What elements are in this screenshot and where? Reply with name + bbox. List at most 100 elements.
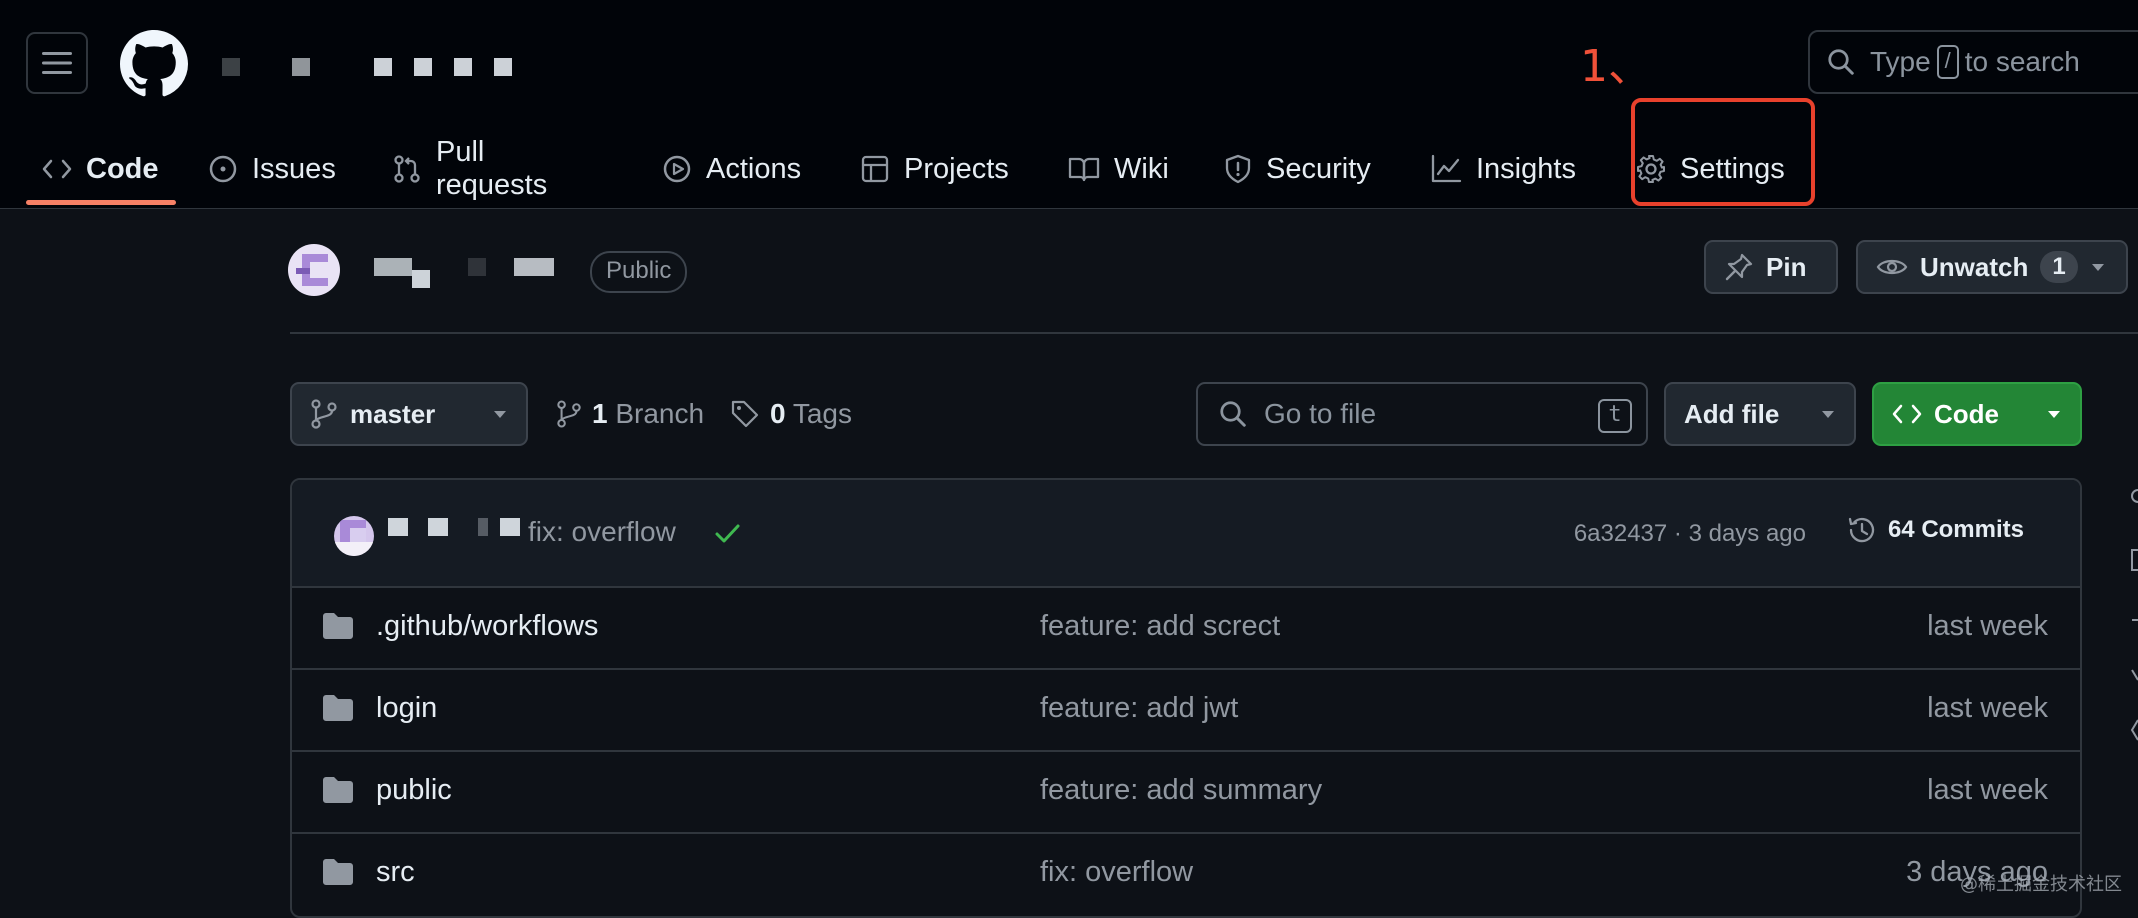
branch-name: master (350, 398, 436, 429)
tag-count-label: Tags (792, 398, 853, 429)
pull-request-icon (392, 154, 422, 184)
visibility-badge: Public (590, 251, 688, 293)
folder-icon (322, 694, 354, 722)
go-to-file-shortcut: t (1598, 399, 1632, 433)
github-logo-icon[interactable] (120, 30, 188, 98)
tag-count: 0 (770, 398, 786, 429)
add-file-label: Add file (1684, 398, 1780, 429)
annotation-step-number: 1、 (1580, 41, 1652, 92)
folder-icon (322, 776, 354, 804)
history-icon (1846, 514, 1878, 546)
tab-actions-label: Actions (706, 152, 802, 185)
branches-link[interactable]: 1 Branch (556, 382, 704, 446)
latest-commit-message[interactable]: fix: overflow (528, 516, 676, 548)
file-commit-date: last week (1927, 610, 2048, 642)
tab-insights[interactable]: Insights (1430, 130, 1576, 208)
committer-avatar[interactable] (334, 516, 374, 556)
file-row[interactable]: login feature: add jwt last week (292, 668, 2080, 752)
latest-commit-meta[interactable]: 6a32437 · 3 days ago (1574, 520, 1806, 548)
global-search-input[interactable]: Type / to search (1808, 30, 2138, 94)
pin-button[interactable]: Pin (1704, 240, 1838, 294)
caret-down-icon (2046, 409, 2062, 419)
tab-insights-label: Insights (1476, 152, 1576, 185)
commits-history-link[interactable]: 64 Commits (1846, 514, 2024, 546)
file-browser: fix: overflow 6a32437 · 3 days ago 64 Co… (290, 478, 2082, 918)
search-placeholder-suffix: to search (1964, 46, 2080, 77)
unwatch-label: Unwatch (1920, 251, 2029, 282)
caret-down-icon (1820, 409, 1836, 419)
search-icon (1826, 47, 1856, 77)
shield-icon (1224, 154, 1252, 184)
git-branch-icon (556, 399, 582, 429)
tab-pull-requests[interactable]: Pull requests (392, 130, 547, 208)
file-commit-date: last week (1927, 774, 2048, 806)
play-icon (662, 154, 692, 184)
tab-security-label: Security (1266, 152, 1371, 185)
active-tab-underline (26, 200, 176, 205)
about-sidebar-edge (2128, 400, 2138, 805)
table-icon (860, 154, 890, 184)
tab-code-label: Code (86, 152, 159, 185)
pin-icon (1724, 252, 1754, 282)
file-name-link[interactable]: .github/workflows (376, 610, 598, 643)
file-name-link[interactable]: src (376, 856, 415, 889)
tab-wiki[interactable]: Wiki (1068, 130, 1169, 208)
file-commit-date: last week (1927, 692, 2048, 724)
search-shortcut-key: / (1936, 45, 1959, 79)
pin-label: Pin (1766, 251, 1807, 282)
issue-icon (208, 154, 238, 184)
tab-pull-requests-label: Pull requests (436, 136, 548, 201)
latest-commit-row: fix: overflow 6a32437 · 3 days ago 64 Co… (292, 480, 2080, 588)
branch-select-button[interactable]: master (290, 382, 528, 446)
hamburger-icon (42, 51, 72, 75)
commits-count-label: 64 Commits (1887, 516, 2024, 543)
book-icon (1068, 155, 1100, 183)
file-name-link[interactable]: public (376, 774, 452, 807)
settings-annotation-box (1631, 98, 1815, 206)
tab-security[interactable]: Security (1224, 130, 1371, 208)
file-row[interactable]: src fix: overflow 3 days ago (292, 832, 2080, 914)
eye-icon (1876, 255, 1908, 279)
unwatch-button[interactable]: Unwatch 1 (1856, 240, 2128, 294)
repo-owner-avatar[interactable] (288, 244, 340, 296)
tab-projects-label: Projects (904, 152, 1009, 185)
folder-icon (322, 612, 354, 640)
redacted-repo-name (348, 238, 578, 288)
caret-down-icon (492, 409, 508, 419)
file-commit-message[interactable]: feature: add jwt (1040, 692, 1238, 725)
file-row[interactable]: .github/workflows feature: add screct la… (292, 586, 2080, 670)
watermark: @稀土掘金技术社区 (1960, 874, 2122, 895)
file-name-link[interactable]: login (376, 692, 437, 725)
tab-issues[interactable]: Issues (208, 130, 336, 208)
tag-icon (730, 399, 760, 429)
code-button-label: Code (1934, 398, 1999, 429)
redacted-committer-name (388, 512, 528, 548)
tab-issues-label: Issues (252, 152, 336, 185)
caret-down-icon (2090, 262, 2106, 272)
go-to-file-input[interactable]: Go to file t (1196, 382, 1648, 446)
code-icon (42, 157, 72, 181)
file-commit-message[interactable]: feature: add screct (1040, 610, 1280, 643)
search-placeholder-prefix: Type (1870, 46, 1931, 77)
file-row[interactable]: public feature: add summary last week (292, 750, 2080, 834)
hamburger-menu-button[interactable] (26, 32, 88, 94)
code-icon (1892, 402, 1922, 426)
file-commit-message[interactable]: feature: add summary (1040, 774, 1322, 807)
code-dropdown-button[interactable]: Code (1872, 382, 2082, 446)
add-file-button[interactable]: Add file (1664, 382, 1856, 446)
repo-header-divider (290, 332, 2138, 334)
go-to-file-placeholder: Go to file (1264, 398, 1377, 429)
file-commit-message[interactable]: fix: overflow (1040, 856, 1193, 889)
check-icon[interactable] (712, 518, 742, 548)
app-header: 1、 Type / to search Code Issues Pull req… (0, 0, 2138, 209)
git-branch-icon (310, 399, 338, 429)
folder-icon (322, 858, 354, 886)
watch-count: 1 (2040, 251, 2078, 283)
tab-projects[interactable]: Projects (860, 130, 1009, 208)
tab-actions[interactable]: Actions (662, 130, 801, 208)
tab-wiki-label: Wiki (1114, 152, 1169, 185)
tab-code[interactable]: Code (42, 130, 159, 208)
tags-link[interactable]: 0 Tags (730, 382, 852, 446)
redacted-repo-path (192, 48, 532, 84)
branch-count-label: Branch (615, 398, 705, 429)
